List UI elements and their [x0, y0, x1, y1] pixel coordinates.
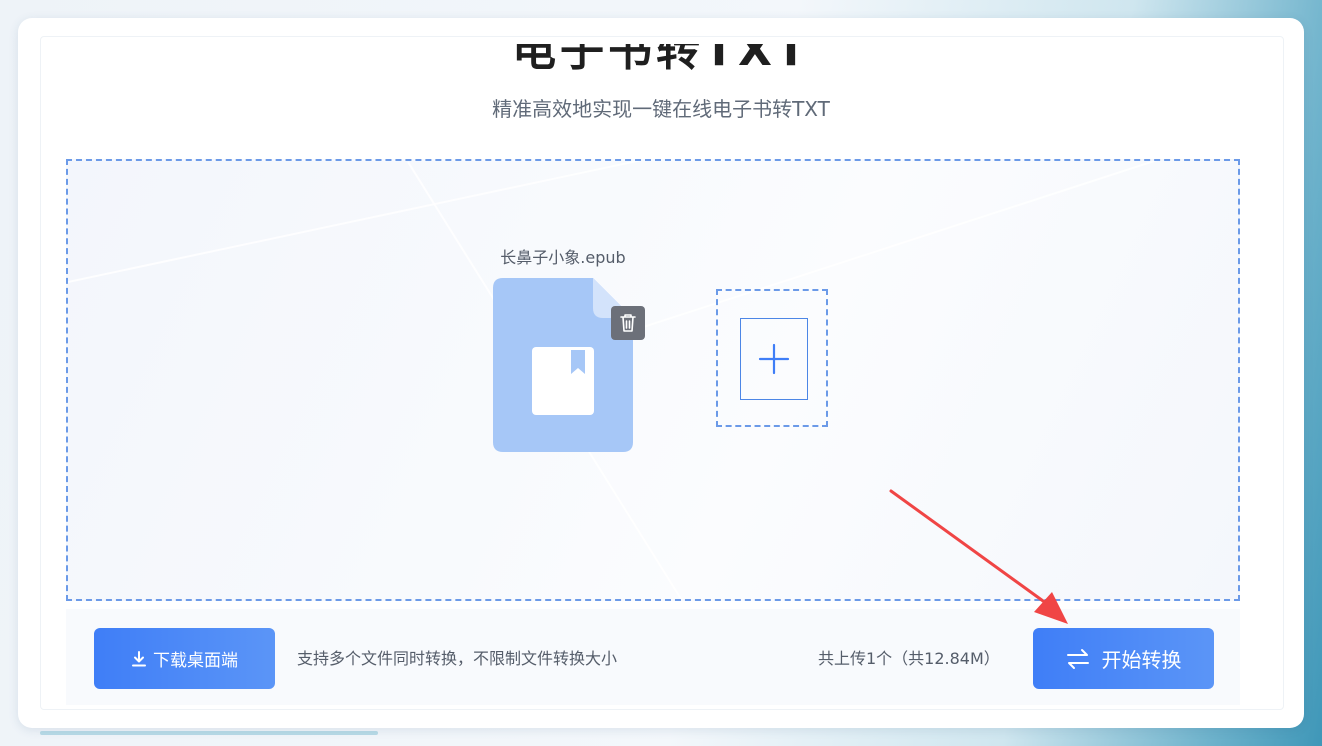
page-title: 电子书转TXT: [512, 25, 810, 76]
upload-count-text: 共上传1个（共12.84M）: [818, 649, 1000, 668]
download-desktop-button[interactable]: 下载桌面端: [94, 628, 275, 689]
start-convert-button[interactable]: 开始转换: [1033, 628, 1214, 689]
page-subtitle: 精准高效地实现一键在线电子书转TXT: [492, 97, 830, 121]
swap-arrows-icon: [1066, 648, 1089, 669]
plus-icon: [758, 343, 790, 375]
bottom-decoration: [40, 731, 378, 735]
trash-icon: [620, 314, 636, 332]
file-name: 长鼻子小象.epub: [500, 248, 626, 267]
delete-file-button[interactable]: [611, 306, 645, 340]
download-icon: [132, 650, 146, 666]
add-file-button[interactable]: [716, 289, 828, 427]
start-convert-label: 开始转换: [1101, 648, 1182, 672]
epub-file-icon: [493, 278, 633, 452]
support-info-text: 支持多个文件同时转换，不限制文件转换大小: [297, 649, 618, 668]
upload-dropzone[interactable]: 长鼻子小象.epub: [66, 159, 1240, 601]
add-file-box: [740, 318, 808, 400]
converter-card: 电子书转TXT 精准高效地实现一键在线电子书转TXT 长鼻子小象.epub 下载…: [18, 18, 1304, 728]
download-desktop-label: 下载桌面端: [153, 651, 238, 671]
